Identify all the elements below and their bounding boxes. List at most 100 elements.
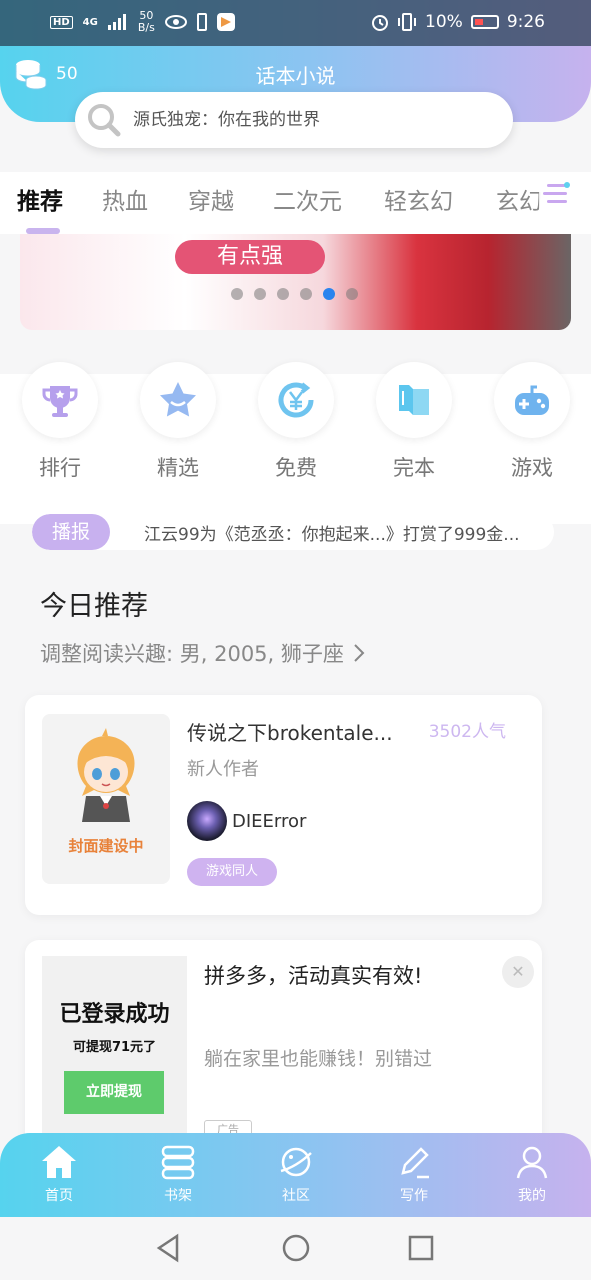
recents-icon[interactable] <box>407 1233 435 1263</box>
ad-title: 拼多多，活动真实有效! <box>204 964 423 988</box>
quick-nav-completed[interactable]: 完本 <box>376 362 452 482</box>
system-nav-bar <box>0 1217 591 1280</box>
net-speed-unit: B/s <box>137 21 155 34</box>
phone-battery-icon <box>196 13 207 31</box>
quick-nav-label: 完本 <box>393 456 435 480</box>
close-icon[interactable]: ✕ <box>502 956 534 988</box>
nav-label: 社区 <box>282 1188 310 1204</box>
broadcast-ticker[interactable]: 播报 江云99为《范丞丞：你抱起来...》打赏了999金... <box>32 514 554 550</box>
nav-icon-wrap <box>138 1141 218 1183</box>
author-label: 新人作者 <box>187 759 259 780</box>
back-icon[interactable] <box>155 1233 183 1263</box>
pen-icon <box>401 1147 429 1179</box>
nav-icon-wrap <box>256 1141 336 1183</box>
user-icon <box>516 1146 548 1179</box>
broadcast-tag: 播报 <box>32 514 110 550</box>
bookshelf-icon <box>161 1145 195 1180</box>
alarm-icon <box>372 15 389 31</box>
signal-icon <box>107 14 126 30</box>
author-name[interactable]: DIEError <box>232 811 306 832</box>
section-title: 今日推荐 <box>40 591 148 622</box>
quick-nav-label: 免费 <box>275 456 317 480</box>
search-icon <box>88 104 121 137</box>
hd-badge: HD <box>50 15 73 29</box>
book-cover: 封面建设中 <box>42 714 170 884</box>
tab-hotblood[interactable]: 热血 <box>102 182 148 216</box>
bottom-nav: 首页 书架 社区 写作 我的 <box>0 1133 591 1217</box>
net-speed: 50 B/s <box>138 10 155 34</box>
nav-home[interactable]: 首页 <box>19 1141 99 1205</box>
home-icon <box>42 1146 76 1178</box>
carousel-dot <box>254 288 266 300</box>
nav-label: 我的 <box>518 1188 546 1204</box>
ad-image-button: 立即提现 <box>64 1071 164 1114</box>
status-bar: HD 4G 50 B/s 10% 9:26 <box>0 0 591 46</box>
cover-placeholder-text: 封面建设中 <box>68 837 144 855</box>
trophy-icon <box>42 386 78 417</box>
app-title: 话本小说 <box>255 64 336 88</box>
reading-interest-link[interactable]: 调整阅读兴趣: 男, 2005, 狮子座 <box>40 638 366 668</box>
banner-carousel[interactable]: 有点强 <box>20 234 571 330</box>
popularity-count: 3502人气 <box>428 722 506 742</box>
nav-icon-wrap <box>19 1141 99 1183</box>
tab-time-travel[interactable]: 穿越 <box>188 182 234 216</box>
tab-menu-button[interactable] <box>539 178 573 212</box>
quick-nav: 排行 精选 免费 完本 游戏 <box>0 362 591 524</box>
nav-label: 写作 <box>400 1188 428 1204</box>
carousel-dots <box>231 288 358 300</box>
genre-tag[interactable]: 游戏同人 <box>187 858 278 886</box>
search-bar[interactable] <box>75 92 513 148</box>
nav-bookshelf[interactable]: 书架 <box>138 1141 218 1205</box>
avatar[interactable] <box>187 801 227 841</box>
carousel-dot <box>346 288 358 300</box>
carousel-dot <box>231 288 243 300</box>
nav-icon-wrap <box>492 1141 572 1183</box>
quick-nav-free[interactable]: 免费 <box>258 362 334 482</box>
nav-community[interactable]: 社区 <box>256 1141 336 1205</box>
gamepad-icon <box>515 385 549 415</box>
eye-icon <box>164 15 187 29</box>
battery-icon <box>470 15 499 29</box>
planet-icon <box>280 1147 312 1177</box>
nav-label: 书架 <box>164 1188 192 1204</box>
chibi-girl-icon <box>77 728 135 822</box>
video-app-icon <box>216 13 235 31</box>
quick-nav-label: 游戏 <box>511 456 553 480</box>
tab-recommend[interactable]: 推荐 <box>17 182 63 216</box>
free-yen-icon <box>278 382 314 418</box>
clock: 9:26 <box>506 12 545 32</box>
vibrate-icon <box>398 13 417 31</box>
carousel-dot <box>277 288 289 300</box>
home-button-icon[interactable] <box>281 1233 311 1263</box>
category-tabs: 推荐 热血 穿越 二次元 轻玄幻 玄幻 <box>0 172 591 234</box>
quick-nav-icon-wrap <box>258 362 334 438</box>
menu-icon <box>543 182 570 203</box>
quick-nav-games[interactable]: 游戏 <box>494 362 570 482</box>
carousel-dot <box>300 288 312 300</box>
ad-description: 躺在家里也能赚钱！别错过 <box>204 1048 433 1070</box>
nav-profile[interactable]: 我的 <box>492 1141 572 1205</box>
book-title[interactable]: 传说之下brokentale... <box>187 717 393 746</box>
quick-nav-icon-wrap <box>494 362 570 438</box>
quick-nav-icon-wrap <box>376 362 452 438</box>
tab-fantasy[interactable]: 玄幻 <box>496 182 542 216</box>
ad-image-subtitle: 可提现71元了 <box>72 1040 157 1055</box>
nav-write[interactable]: 写作 <box>374 1141 454 1205</box>
ad-image-title: 已登录成功 <box>59 1002 170 1027</box>
quick-nav-featured[interactable]: 精选 <box>140 362 216 482</box>
banner-label: 有点强 <box>175 240 325 274</box>
search-input[interactable] <box>133 110 493 130</box>
quick-nav-ranking[interactable]: 排行 <box>22 362 98 482</box>
broadcast-text: 江云99为《范丞丞：你抱起来...》打赏了999金... <box>144 524 520 545</box>
tab-light-fantasy[interactable]: 轻玄幻 <box>384 182 453 216</box>
tab-anime[interactable]: 二次元 <box>273 182 342 216</box>
book-card[interactable]: 封面建设中 传说之下brokentale... 3502人气 新人作者 DIEE… <box>25 695 542 915</box>
network-type: 4G <box>82 16 98 28</box>
book-icon <box>399 385 429 415</box>
star-icon <box>160 382 196 417</box>
quick-nav-icon-wrap <box>22 362 98 438</box>
nav-label: 首页 <box>45 1188 73 1204</box>
quick-nav-label: 排行 <box>39 456 81 480</box>
reading-interest-text: 调整阅读兴趣: 男, 2005, 狮子座 <box>40 642 344 666</box>
carousel-dot-active <box>323 288 335 300</box>
